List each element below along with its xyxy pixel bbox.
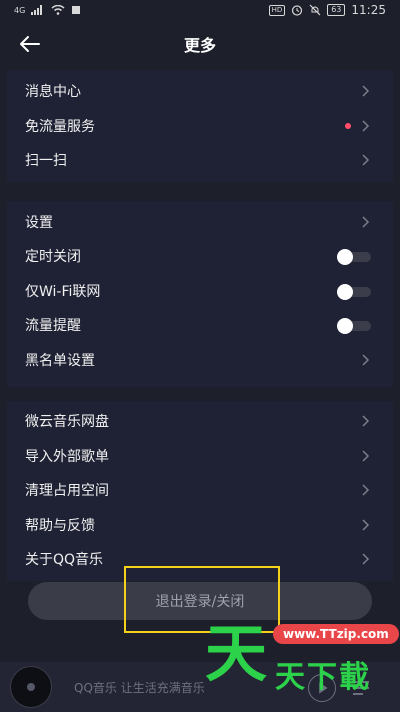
chevron-right-icon [362, 484, 370, 496]
watermark-logo-char: 天 [205, 617, 268, 690]
chevron-right-icon [362, 415, 370, 427]
signal-icon [31, 5, 43, 15]
menu-item-label: 关于QQ音乐 [25, 552, 104, 568]
wifi-icon [51, 5, 65, 15]
menu-item-label: 设置 [25, 215, 53, 231]
menu-item-label: 帮助与反馈 [25, 518, 95, 534]
chevron-right-icon [362, 85, 370, 97]
chevron-right-icon [362, 120, 370, 132]
menu-item-blacklist[interactable]: 黑名单设置 [7, 343, 393, 377]
notification-icon [72, 6, 81, 14]
sleep-timer-toggle[interactable] [337, 249, 371, 265]
hd-badge: HD [268, 4, 286, 16]
back-arrow-icon[interactable] [18, 32, 42, 56]
status-right: HD 63 11:25 [268, 3, 386, 17]
chevron-right-icon [362, 216, 370, 228]
menu-item-label: 黑名单设置 [25, 353, 95, 369]
menu-item-scan[interactable]: 扫一扫 [7, 143, 393, 177]
chevron-right-icon [362, 553, 370, 565]
watermark-url: www.TTzip.com [273, 624, 399, 644]
nav-bar: 更多 [0, 20, 400, 68]
menu-item-traffic-alert[interactable]: 流量提醒 [7, 308, 393, 342]
toggle-knob [337, 284, 353, 300]
toggle-knob [337, 318, 353, 334]
menu-item-label: 微云音乐网盘 [25, 414, 109, 430]
menu-item-label: 定时关闭 [25, 249, 81, 265]
wifi-only-toggle[interactable] [337, 284, 371, 300]
menu-item-label: 扫一扫 [25, 153, 67, 169]
menu-item-label: 流量提醒 [25, 318, 81, 334]
settings-group-1: 消息中心 免流量服务 扫一扫 [7, 70, 393, 182]
settings-group-2: 设置 定时关闭 仅Wi-Fi联网 流量提醒 黑名单设置 [7, 201, 393, 387]
menu-item-wifi-only[interactable]: 仅Wi-Fi联网 [7, 274, 393, 308]
toggle-knob [337, 249, 353, 265]
network-label: 4G [14, 5, 26, 15]
menu-item-clear-storage[interactable]: 清理占用空间 [7, 473, 393, 507]
alarm-icon [292, 5, 303, 16]
menu-item-cloud-disk[interactable]: 微云音乐网盘 [7, 404, 393, 438]
menu-item-free-traffic[interactable]: 免流量服务 [7, 109, 393, 143]
chevron-right-icon [362, 154, 370, 166]
menu-item-import-playlist[interactable]: 导入外部歌单 [7, 439, 393, 473]
player-text: QQ音乐 让生活充满音乐 [74, 681, 205, 695]
page-title: 更多 [183, 36, 216, 55]
settings-group-3: 微云音乐网盘 导入外部歌单 清理占用空间 帮助与反馈 关于QQ音乐 [7, 401, 393, 581]
menu-item-label: 清理占用空间 [25, 483, 109, 499]
status-time: 11:25 [351, 3, 386, 17]
ttzip-watermark: 天 www.TTzip.com 天下載 [205, 617, 399, 698]
menu-item-label: 仅Wi-Fi联网 [25, 284, 101, 300]
traffic-alert-toggle[interactable] [337, 318, 371, 334]
chevron-right-icon [362, 450, 370, 462]
album-disc-icon[interactable] [10, 666, 52, 708]
red-dot-badge [345, 123, 351, 129]
menu-item-label: 消息中心 [25, 84, 81, 100]
status-bar: 4G HD 63 11:25 [0, 0, 400, 20]
menu-item-help-feedback[interactable]: 帮助与反馈 [7, 508, 393, 542]
disc-center [27, 683, 35, 691]
mute-icon [309, 4, 321, 16]
chevron-right-icon [362, 519, 370, 531]
menu-item-label: 免流量服务 [25, 119, 95, 135]
menu-item-label: 导入外部歌单 [25, 449, 109, 465]
menu-item-message-center[interactable]: 消息中心 [7, 74, 393, 108]
watermark-text: 天下載 [275, 660, 371, 695]
chevron-right-icon [362, 354, 370, 366]
status-left: 4G [14, 5, 81, 15]
battery-level: 63 [327, 4, 346, 16]
menu-item-sleep-timer[interactable]: 定时关闭 [7, 239, 393, 273]
menu-item-settings[interactable]: 设置 [7, 205, 393, 239]
